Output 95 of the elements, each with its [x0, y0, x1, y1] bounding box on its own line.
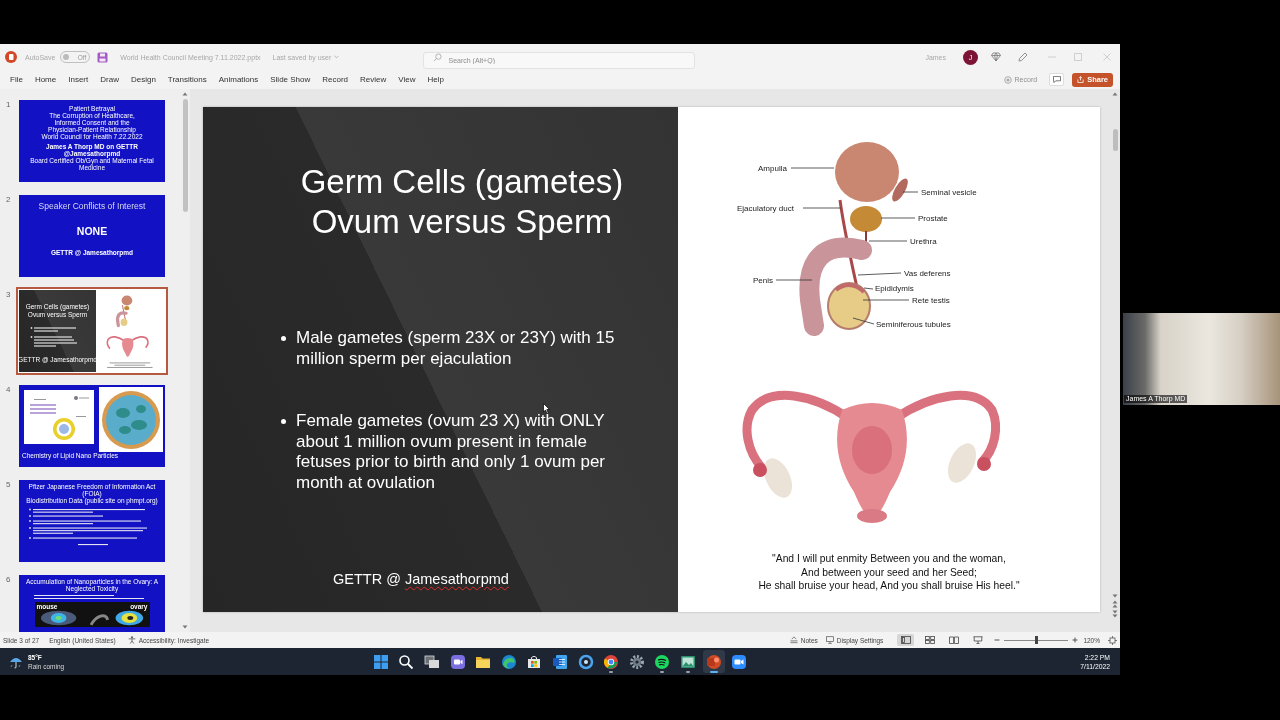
ring-app-icon	[577, 653, 594, 670]
scroll-up-icon[interactable]	[1112, 92, 1118, 96]
diagram-label: Ampulla	[758, 164, 787, 173]
leader-line	[868, 240, 908, 242]
thumbnail-statement: NONE	[76, 225, 108, 237]
thumbnail-title: Speaker Conflicts of Interest	[38, 200, 146, 211]
diagram-label: Ejaculatory duct	[737, 204, 794, 213]
leader-line	[880, 217, 916, 219]
ribbon-tab[interactable]: Review	[360, 70, 387, 89]
leader-line	[852, 317, 875, 325]
pen-icon[interactable]	[1018, 52, 1028, 62]
presentation-app-icon	[705, 653, 722, 670]
diagram-label: Rete testis	[912, 296, 950, 305]
ribbon-tab[interactable]: Home	[34, 70, 57, 89]
diamond-icon[interactable]	[991, 52, 1001, 62]
start-grid-icon	[372, 653, 389, 670]
monitor-icon	[825, 636, 834, 644]
leader-line	[802, 207, 842, 209]
view-button[interactable]	[897, 634, 915, 646]
bullet-icon	[281, 419, 286, 424]
scroll-down-icon[interactable]	[182, 625, 188, 629]
diagram-label: Epididymis	[875, 284, 914, 293]
diagram-label: Penis	[753, 276, 773, 285]
scroll-down-icon[interactable]	[1112, 594, 1118, 598]
chat-camera-icon	[449, 653, 466, 670]
slide-number: 1	[6, 100, 12, 109]
normal-view-icon	[900, 636, 911, 644]
shopping-bag-icon	[526, 653, 543, 670]
diagram-label: Seminal vesicle	[921, 188, 977, 197]
slide-number: 5	[6, 480, 12, 489]
slide-number: 2	[6, 195, 12, 204]
leader-line	[775, 279, 813, 281]
scroll-up-icon[interactable]	[182, 92, 188, 96]
ribbon-tab[interactable]: Insert	[68, 70, 89, 89]
fit-to-window-icon[interactable]	[1108, 635, 1117, 645]
task-view-icon	[424, 653, 441, 670]
app-logo-icon	[5, 51, 17, 63]
previous-slide-icon[interactable]	[1112, 600, 1118, 608]
accessibility-person-icon	[127, 636, 136, 644]
image-app-icon	[679, 653, 696, 670]
reading-view-icon	[948, 636, 959, 644]
ribbon-tab[interactable]: Animations	[218, 70, 259, 89]
ribbon-tab[interactable]: Transitions	[167, 70, 207, 89]
diagram-label: Seminiferous tubules	[876, 320, 951, 329]
notes-icon	[789, 636, 798, 644]
diagram-label: Prostate	[918, 214, 948, 223]
share-icon	[1077, 76, 1085, 83]
taskbar-app-button[interactable]	[702, 650, 725, 673]
leader-line	[857, 272, 902, 276]
comments-button[interactable]	[1049, 73, 1065, 86]
slide-number: 6	[6, 575, 12, 584]
bullet-text: Female gametes (ovum 23 X) with ONLY about 1 million ovum present in female fetuses prior to birth and only 1 ovum per month at ovulation	[296, 411, 606, 493]
zoom-slider-thumb[interactable]	[1034, 636, 1038, 644]
slide-footer: GETTR @ Jamesathorpmd	[333, 570, 509, 588]
slide-number: 4	[6, 385, 12, 394]
bullet-icon	[281, 336, 286, 341]
search-icon	[432, 52, 442, 62]
leader-line	[790, 167, 835, 169]
scrollbar-thumb[interactable]	[1112, 129, 1118, 151]
ribbon-tab[interactable]: Slide Show	[270, 70, 311, 89]
mouse-pointer-icon	[543, 403, 550, 414]
leader-line	[862, 299, 910, 301]
next-slide-icon[interactable]	[1112, 610, 1118, 618]
save-icon[interactable]	[97, 51, 109, 63]
document-app-icon	[552, 653, 568, 670]
scripture-quote: "And I will put enmity Between you and the woman, And between your seed and her Seed; He shall bruise your head, And you shall bruise His heel."	[758, 552, 1020, 593]
scrollbar-thumb[interactable]	[182, 99, 188, 212]
lipid-layer-drawing	[24, 390, 94, 444]
leader-line	[902, 191, 919, 193]
browser-swirl-icon	[500, 653, 517, 670]
ribbon-tab[interactable]: Help	[427, 70, 444, 89]
slide-thumbnail[interactable]	[19, 100, 165, 182]
nanoparticle-drawing	[99, 387, 163, 452]
slide-number: 3	[6, 290, 12, 299]
record-dot-icon	[1003, 75, 1012, 84]
bullet-text: Male gametes (sperm 23X or 23Y) with 15 million sperm per ejaculation	[296, 328, 616, 369]
ribbon-tab[interactable]: Record	[322, 70, 349, 89]
ribbon-tab[interactable]: Draw	[100, 70, 119, 89]
slide-title: Germ Cells (gametes) Ovum versus Sperm	[299, 162, 625, 242]
diagram-label: Urethra	[910, 237, 937, 246]
caret-icon	[334, 55, 340, 59]
browser-circle-icon	[603, 653, 620, 670]
grid-view-icon	[924, 636, 935, 644]
search-icon	[398, 653, 415, 670]
ribbon-tab[interactable]: Design	[130, 70, 156, 89]
leader-line	[863, 287, 874, 290]
ribbon-tab[interactable]: View	[398, 70, 416, 89]
settings-icon	[628, 653, 645, 670]
comment-icon	[1052, 76, 1061, 83]
video-camera-icon	[731, 653, 748, 670]
zoom-in-icon[interactable]	[1072, 637, 1079, 643]
diagram-label: Vas deferens	[904, 269, 951, 278]
music-app-icon	[654, 653, 671, 670]
slideshow-icon	[972, 636, 983, 644]
ribbon-tab[interactable]: File	[10, 70, 23, 89]
